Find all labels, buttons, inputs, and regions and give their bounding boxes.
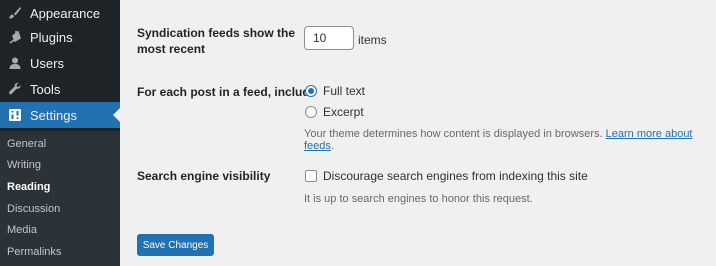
- menu-item-settings[interactable]: Settings: [0, 102, 120, 128]
- menu-label-settings: Settings: [30, 107, 77, 123]
- syndication-label-line2: most recent: [137, 42, 206, 56]
- search-visibility-label: Search engine visibility: [137, 169, 271, 183]
- menu-label-appearance: Appearance: [30, 5, 101, 21]
- menu-label-tools: Tools: [30, 81, 61, 97]
- submenu-item-writing[interactable]: Writing: [7, 159, 41, 171]
- excerpt-label[interactable]: Excerpt: [323, 105, 364, 119]
- user-icon: [5, 53, 25, 73]
- syndication-unit: items: [358, 33, 387, 47]
- full-text-radio[interactable]: [305, 85, 317, 97]
- wrench-icon: [5, 79, 25, 99]
- discourage-search-checkbox[interactable]: [305, 170, 317, 182]
- submenu-item-discussion[interactable]: Discussion: [7, 203, 60, 215]
- feed-content-label: For each post in a feed, include: [137, 85, 317, 99]
- menu-item-plugins[interactable]: Plugins: [0, 24, 120, 50]
- settings-icon: [5, 105, 25, 125]
- save-changes-button[interactable]: Save Changes: [137, 234, 214, 256]
- syndication-count-input[interactable]: 10: [304, 26, 354, 50]
- menu-item-appearance[interactable]: Appearance: [0, 0, 120, 26]
- full-text-label[interactable]: Full text: [323, 84, 365, 98]
- admin-sidebar: Appearance Plugins Users Tools Settings …: [0, 0, 120, 266]
- menu-label-users: Users: [30, 55, 64, 71]
- description-period: .: [330, 140, 334, 152]
- paintbrush-icon: [5, 3, 25, 23]
- menu-item-tools[interactable]: Tools: [0, 76, 120, 102]
- feed-description-text: Your theme determines how content is dis…: [304, 128, 603, 140]
- submenu-item-general[interactable]: General: [7, 138, 46, 150]
- menu-label-plugins: Plugins: [30, 29, 73, 45]
- syndication-label: Syndication feeds show the most recent: [137, 25, 295, 57]
- submenu-item-reading[interactable]: Reading: [7, 181, 50, 193]
- submenu-item-media[interactable]: Media: [7, 224, 37, 236]
- settings-submenu: General Writing Reading Discussion Media…: [0, 131, 120, 266]
- menu-item-users[interactable]: Users: [0, 50, 120, 76]
- discourage-search-label[interactable]: Discourage search engines from indexing …: [323, 169, 588, 183]
- search-visibility-description: It is up to search engines to honor this…: [304, 193, 533, 205]
- feed-description: Your theme determines how content is dis…: [304, 128, 716, 152]
- submenu-item-permalinks[interactable]: Permalinks: [7, 246, 61, 258]
- excerpt-radio[interactable]: [305, 106, 317, 118]
- plugin-icon: [5, 27, 25, 47]
- syndication-label-line1: Syndication feeds show the: [137, 26, 296, 40]
